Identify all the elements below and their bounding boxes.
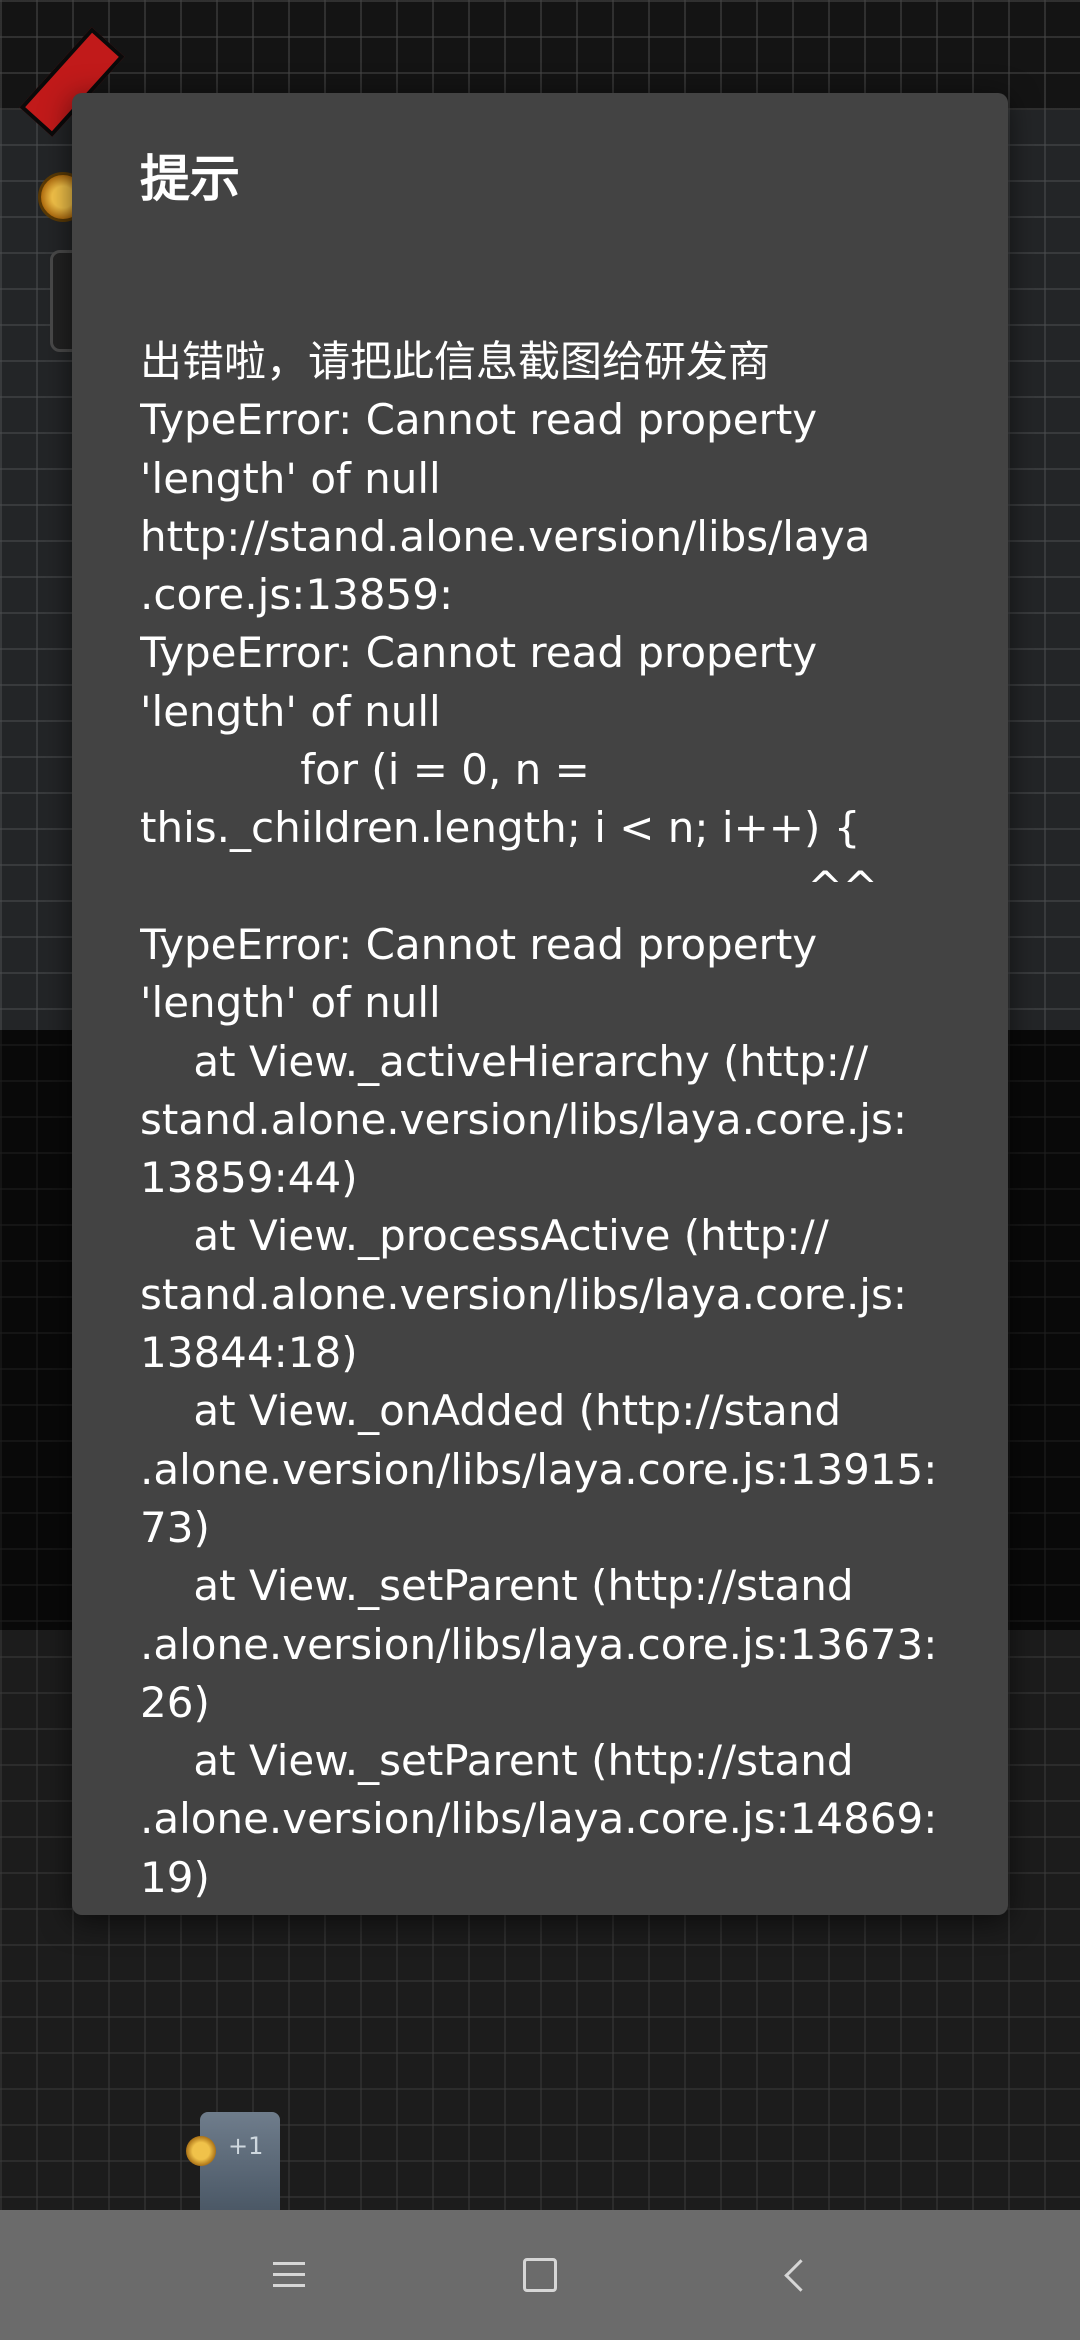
message-line: 19) [140, 1852, 210, 1902]
nav-menu-button[interactable] [229, 2210, 349, 2340]
message-line: TypeError: Cannot read property [140, 395, 818, 445]
dialog-message: 出错啦，请把此信息截图给研发商 TypeError: Cannot read pr… [140, 333, 980, 1915]
message-line: at View._setParent (http://stand [140, 1561, 854, 1611]
coin-icon [186, 2136, 216, 2166]
nav-back-button[interactable] [735, 2210, 855, 2340]
message-line: for (i = 0, n = [140, 745, 590, 795]
message-line: 'length' of null [140, 686, 441, 736]
message-line: this._children.length; i < n; i++) { [140, 803, 861, 853]
message-line: 26) [140, 1677, 210, 1727]
message-line: .alone.version/libs/laya.core.js:13915: [140, 1444, 938, 1494]
message-line: .alone.version/libs/laya.core.js:13673: [140, 1619, 938, 1669]
back-icon [783, 2258, 817, 2292]
dialog-title: 提示 [140, 150, 240, 208]
message-line: 73) [140, 1502, 210, 1552]
system-navbar [0, 2210, 1080, 2340]
message-line: 'length' of null [140, 453, 441, 503]
message-line: .core.js:13859: [140, 570, 454, 620]
message-line: 13859:44) [140, 1153, 358, 1203]
nav-home-button[interactable] [480, 2210, 600, 2340]
message-line: 'length' of null [140, 978, 441, 1028]
message-line: http://stand.alone.version/libs/laya [140, 511, 871, 561]
error-dialog: 提示 出错啦，请把此信息截图给研发商 TypeError: Cannot read… [72, 93, 1008, 1915]
message-line: at Skeleton.addChild (http://stand [140, 1907, 980, 1915]
message-line: stand.alone.version/libs/laya.core.js: [140, 1094, 908, 1144]
message-line: ^^ [140, 861, 878, 911]
message-line: at View._setParent (http://stand [140, 1736, 854, 1786]
reward-text: +1 [228, 2132, 264, 2160]
home-icon [523, 2258, 557, 2292]
message-line: 出错啦，请把此信息截图给研发商 [140, 337, 771, 386]
message-line: at View._processActive (http:// [140, 1211, 829, 1261]
message-line: .alone.version/libs/laya.core.js:14869: [140, 1794, 938, 1844]
message-line: at View._activeHierarchy (http:// [140, 1036, 869, 1086]
message-line: at View._onAdded (http://stand [140, 1386, 842, 1436]
message-line: TypeError: Cannot read property [140, 919, 818, 969]
message-line: TypeError: Cannot read property [140, 628, 818, 678]
message-line: stand.alone.version/libs/laya.core.js: [140, 1269, 908, 1319]
menu-icon [273, 2262, 305, 2288]
message-line: 13844:18) [140, 1328, 358, 1378]
